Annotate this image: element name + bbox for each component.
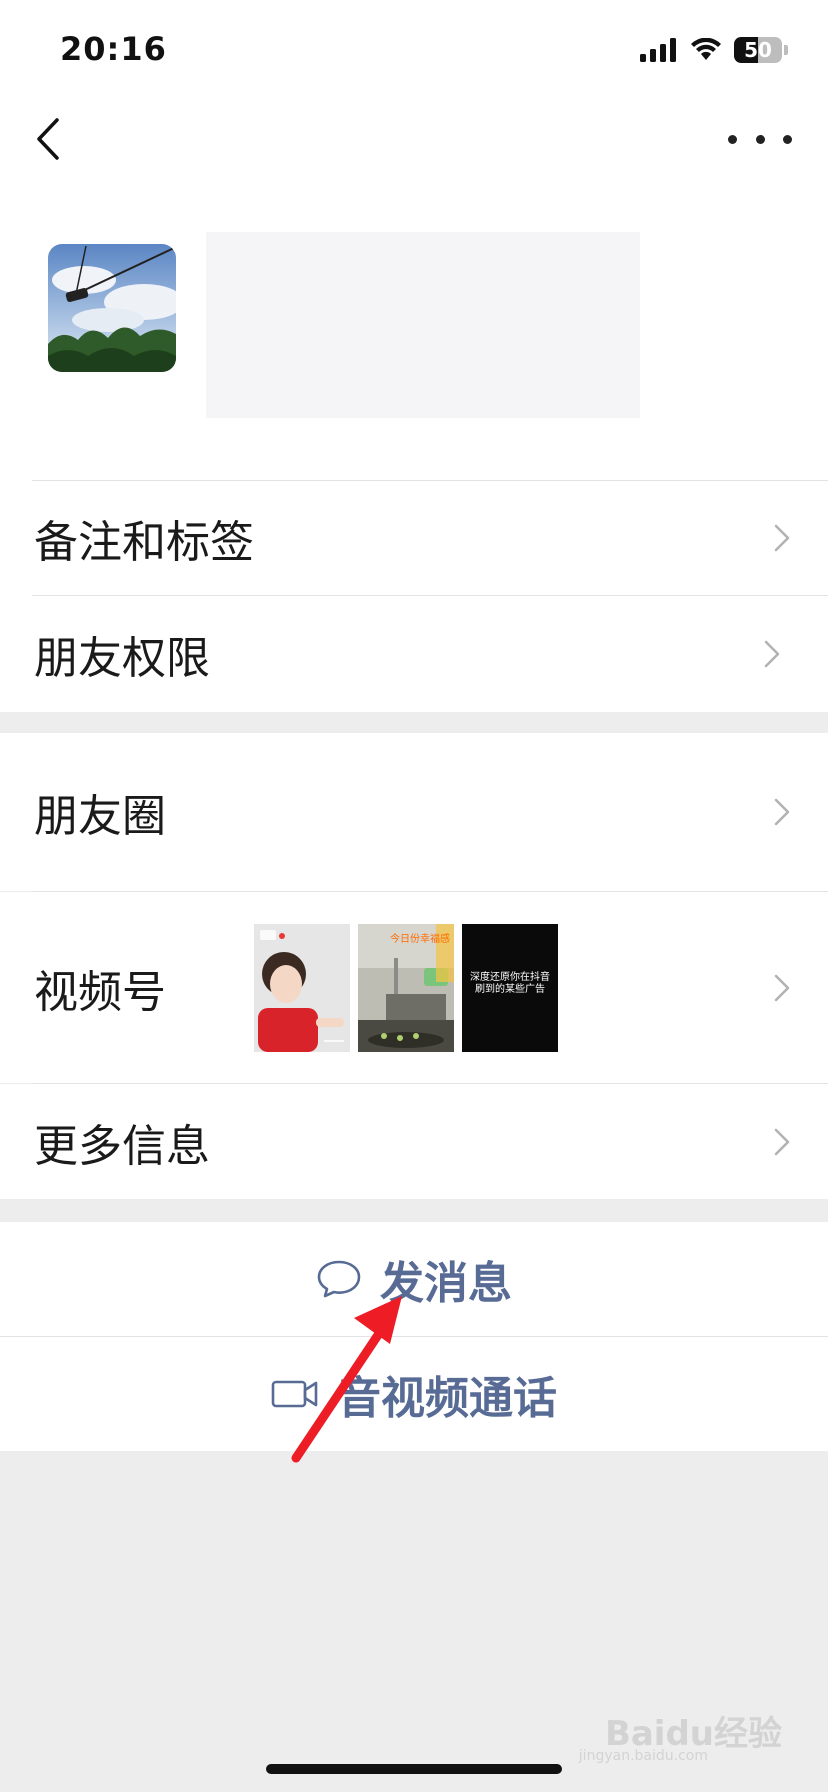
row-label: 备注和标签 xyxy=(34,517,254,568)
battery-icon: 50 xyxy=(734,37,782,63)
row-remarks-tags[interactable]: 备注和标签 xyxy=(0,481,828,595)
chevron-right-icon xyxy=(774,1128,790,1155)
channels-thumbnail[interactable] xyxy=(254,924,350,1052)
row-channels[interactable]: 视频号 今日份幸福感 深度还原你在抖音刷到的某些广告 xyxy=(0,892,828,1083)
row-label: 朋友权限 xyxy=(34,632,210,684)
video-call-label: 音视频通话 xyxy=(337,1373,557,1424)
more-dots-icon xyxy=(728,134,737,144)
status-time: 20:16 xyxy=(60,30,167,68)
send-message-label: 发消息 xyxy=(380,1258,512,1309)
video-call-button[interactable]: 音视频通话 xyxy=(0,1337,828,1451)
status-icons: 50 xyxy=(640,34,788,66)
chevron-left-icon xyxy=(37,118,59,160)
chevron-right-icon xyxy=(774,524,790,552)
chevron-right-icon xyxy=(774,974,790,1001)
profile-info-redacted xyxy=(206,232,640,418)
channels-thumbnail[interactable]: 今日份幸福感 xyxy=(358,924,454,1052)
row-friend-permissions[interactable]: 朋友权限 xyxy=(0,596,828,711)
row-more-info[interactable]: 更多信息 xyxy=(0,1084,828,1199)
watermark-site: jingyan.baidu.com xyxy=(578,1748,708,1764)
wifi-icon xyxy=(691,38,721,60)
row-label: 朋友圈 xyxy=(34,791,166,842)
home-indicator[interactable] xyxy=(266,1764,562,1774)
video-camera-icon xyxy=(271,1380,318,1408)
row-label: 视频号 xyxy=(34,966,166,1018)
row-label: 更多信息 xyxy=(34,1120,210,1172)
row-moments[interactable]: 朋友圈 xyxy=(0,733,828,891)
thumbnail-caption: 深度还原你在抖音刷到的某些广告 xyxy=(470,972,550,995)
chevron-right-icon xyxy=(774,798,790,826)
back-button[interactable] xyxy=(28,112,68,166)
send-message-button[interactable]: 发消息 xyxy=(0,1222,828,1336)
channels-thumbnails: 今日份幸福感 深度还原你在抖音刷到的某些广告 xyxy=(254,924,558,1052)
thumbnail-caption: 今日份幸福感 xyxy=(390,934,450,945)
chevron-right-icon xyxy=(764,640,780,667)
avatar-image xyxy=(48,244,176,372)
chat-bubble-icon xyxy=(317,1260,361,1298)
more-dot xyxy=(755,134,765,144)
channels-thumbnail[interactable]: 深度还原你在抖音刷到的某些广告 xyxy=(462,924,558,1052)
more-button[interactable] xyxy=(728,124,792,154)
battery-level: 50 xyxy=(744,38,772,62)
signal-icon xyxy=(640,38,676,62)
more-dot xyxy=(783,134,792,144)
avatar[interactable] xyxy=(48,244,176,372)
status-bar: 20:16 50 xyxy=(0,0,828,100)
battery-cap xyxy=(784,45,788,55)
